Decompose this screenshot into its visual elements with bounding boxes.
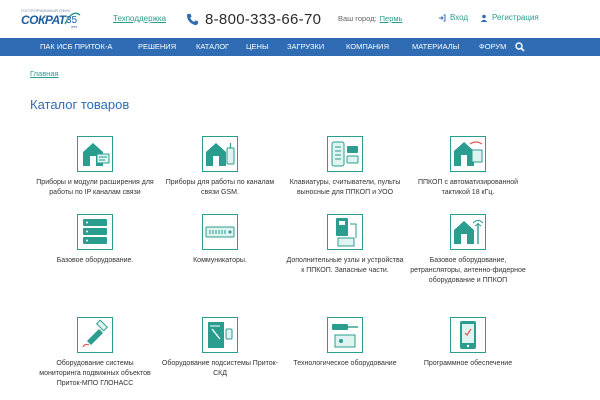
- phone-number: 8-800-333-66-70: [205, 10, 322, 28]
- catalog-item-tech[interactable]: Технологическое оборудование: [285, 317, 405, 369]
- automated-panel-icon: [450, 136, 486, 172]
- catalog-item-software[interactable]: Программное обеспечение: [408, 317, 528, 369]
- nav-item-forum[interactable]: ФОРУМ: [479, 38, 506, 56]
- catalog-item-label: Программное обеспечение: [423, 360, 513, 367]
- city-selector: Ваш город: Пермь: [338, 14, 402, 23]
- keypad-reader-icon: [327, 136, 363, 172]
- nav-item-catalog[interactable]: КАТАЛОГ: [196, 38, 229, 56]
- anniversary-badge-icon: 35 лет: [64, 12, 81, 29]
- catalog-item-communicators[interactable]: Коммуникаторы.: [160, 214, 280, 266]
- ip-network-device-icon: [77, 136, 113, 172]
- server-rack-icon: [77, 214, 113, 250]
- catalog-item-base[interactable]: Базовое оборудование.: [35, 214, 155, 266]
- nav-item-prices[interactable]: ЦЕНЫ: [246, 38, 269, 56]
- svg-text:лет: лет: [71, 24, 77, 29]
- software-monitor-icon: [450, 317, 486, 353]
- city-value-link[interactable]: Пермь: [380, 14, 403, 23]
- gps-satellite-icon: [77, 317, 113, 353]
- switch-icon: [202, 214, 238, 250]
- catalog-item-label: Коммуникаторы.: [193, 257, 247, 264]
- main-nav: ПАК ИСБ ПРИТОК-А РЕШЕНИЯ КАТАЛОГ ЦЕНЫ ЗА…: [0, 38, 600, 56]
- nav-item-solutions[interactable]: РЕШЕНИЯ: [138, 38, 176, 56]
- catalog-item-label: Клавиатуры, считыватели, пульты выносные…: [289, 179, 401, 196]
- extension-module-icon: [327, 214, 363, 250]
- login-label: Вход: [450, 13, 469, 22]
- nav-item-pak[interactable]: ПАК ИСБ ПРИТОК-А: [40, 38, 112, 56]
- catalog-item-label: Приборы для работы по каналам связи GSM.: [165, 179, 275, 196]
- search-icon[interactable]: [515, 42, 525, 52]
- gsm-device-icon: [202, 136, 238, 172]
- nav-item-downloads[interactable]: ЗАГРУЗКИ: [287, 38, 324, 56]
- city-label: Ваш город:: [338, 14, 377, 23]
- catalog-item-keypads[interactable]: Клавиатуры, считыватели, пульты выносные…: [285, 136, 405, 198]
- catalog-item-auto-panel[interactable]: ППКОП с автоматизированной тактикой 18 к…: [408, 136, 528, 198]
- catalog-item-extra-units[interactable]: Дополнительные узлы и устройства к ППКОП…: [285, 214, 405, 276]
- access-door-icon: [202, 317, 238, 353]
- page-title: Каталог товаров: [30, 97, 130, 112]
- phone-block[interactable]: 8-800-333-66-70: [186, 9, 321, 29]
- register-label: Регистрация: [492, 13, 539, 22]
- catalog-item-repeaters[interactable]: Базовое оборудование, ретрансляторы, ант…: [408, 214, 528, 286]
- top-bar: ГОСТЕПРИИМНЫЙ ОФИС СОКРАТ 35 лет Техподд…: [0, 0, 600, 38]
- catalog-item-label: Приборы и модули расширения для работы п…: [36, 179, 154, 196]
- catalog-item-label: Оборудование системы мониторинга подвижн…: [39, 360, 151, 387]
- repeater-station-icon: [450, 214, 486, 250]
- nav-item-company[interactable]: КОМПАНИЯ: [346, 38, 389, 56]
- catalog-item-ip[interactable]: Приборы и модули расширения для работы п…: [35, 136, 155, 198]
- catalog-item-label: Технологическое оборудование: [293, 360, 397, 367]
- login-link[interactable]: Вход: [438, 13, 468, 22]
- catalog-item-label: Базовое оборудование.: [56, 257, 134, 264]
- catalog-item-glonass[interactable]: Оборудование системы мониторинга подвижн…: [35, 317, 155, 389]
- user-icon: [480, 14, 488, 22]
- tools-equipment-icon: [327, 317, 363, 353]
- nav-item-materials[interactable]: МАТЕРИАЛЫ: [412, 38, 459, 56]
- breadcrumb-home[interactable]: Главная: [30, 69, 59, 78]
- catalog-item-label: Дополнительные узлы и устройства к ППКОП…: [286, 257, 404, 274]
- catalog-item-label: Базовое оборудование, ретрансляторы, ант…: [410, 257, 526, 284]
- catalog-item-skd[interactable]: Оборудование подсистемы Приток-СКД: [160, 317, 280, 379]
- catalog-item-label: ППКОП с автоматизированной тактикой 18 к…: [417, 179, 519, 196]
- login-icon: [439, 14, 446, 21]
- site-logo[interactable]: ГОСТЕПРИИМНЫЙ ОФИС СОКРАТ 35 лет: [21, 8, 81, 32]
- register-link[interactable]: Регистрация: [480, 13, 539, 22]
- catalog-item-gsm[interactable]: Приборы для работы по каналам связи GSM.: [160, 136, 280, 198]
- phone-icon: [186, 13, 199, 25]
- logo-word: СОКРАТ: [21, 13, 66, 27]
- catalog-item-label: Оборудование подсистемы Приток-СКД: [161, 360, 279, 377]
- support-link[interactable]: Техподдержка: [113, 14, 166, 23]
